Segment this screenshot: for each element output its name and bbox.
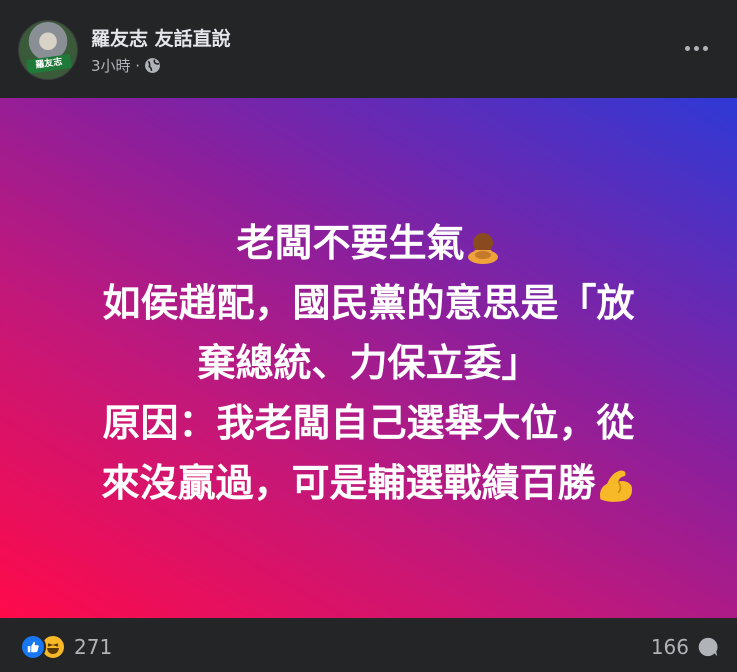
- person-bowing-emoji: [467, 232, 498, 264]
- post-header: 羅友志 羅友志 友話直說 3小時 ·: [0, 0, 737, 98]
- comment-count[interactable]: 166: [651, 635, 689, 659]
- post-meta: 3小時 ·: [91, 55, 161, 76]
- flexed-biceps-emoji: [599, 469, 632, 502]
- reaction-count[interactable]: 271: [74, 635, 112, 659]
- more-options-icon[interactable]: [681, 36, 711, 60]
- post-footer: 271 166: [0, 618, 737, 672]
- post-line-2: 如侯趙配，國民黨的意思是「放: [102, 281, 635, 325]
- facebook-post: 羅友志 羅友志 友話直說 3小時 · 老闆不要生氣 如侯趙配，國民黨的意思是「放…: [0, 0, 737, 672]
- comments-summary[interactable]: 166: [651, 635, 719, 659]
- author-avatar[interactable]: 羅友志: [18, 20, 78, 80]
- post-text: 老闆不要生氣 如侯趙配，國民黨的意思是「放 棄總統、力保立委」 原因：我老闆自己…: [30, 213, 707, 513]
- avatar-badge: 羅友志: [26, 54, 72, 74]
- post-line-1: 老闆不要生氣: [30, 213, 707, 273]
- post-line-3: 棄總統、力保立委」: [197, 341, 540, 385]
- reactions-summary[interactable]: 271: [20, 634, 112, 660]
- post-line-5: 來沒贏過，可是輔選戰績百勝: [30, 453, 707, 513]
- comment-icon[interactable]: [697, 636, 719, 658]
- post-line-4: 原因：我老闆自己選舉大位，從: [102, 401, 635, 445]
- like-icon[interactable]: [20, 634, 46, 660]
- author-name[interactable]: 羅友志 友話直說: [91, 24, 231, 51]
- post-content: 老闆不要生氣 如侯趙配，國民黨的意思是「放 棄總統、力保立委」 原因：我老闆自己…: [0, 98, 737, 618]
- globe-icon[interactable]: [144, 57, 161, 74]
- post-time[interactable]: 3小時 ·: [91, 55, 140, 76]
